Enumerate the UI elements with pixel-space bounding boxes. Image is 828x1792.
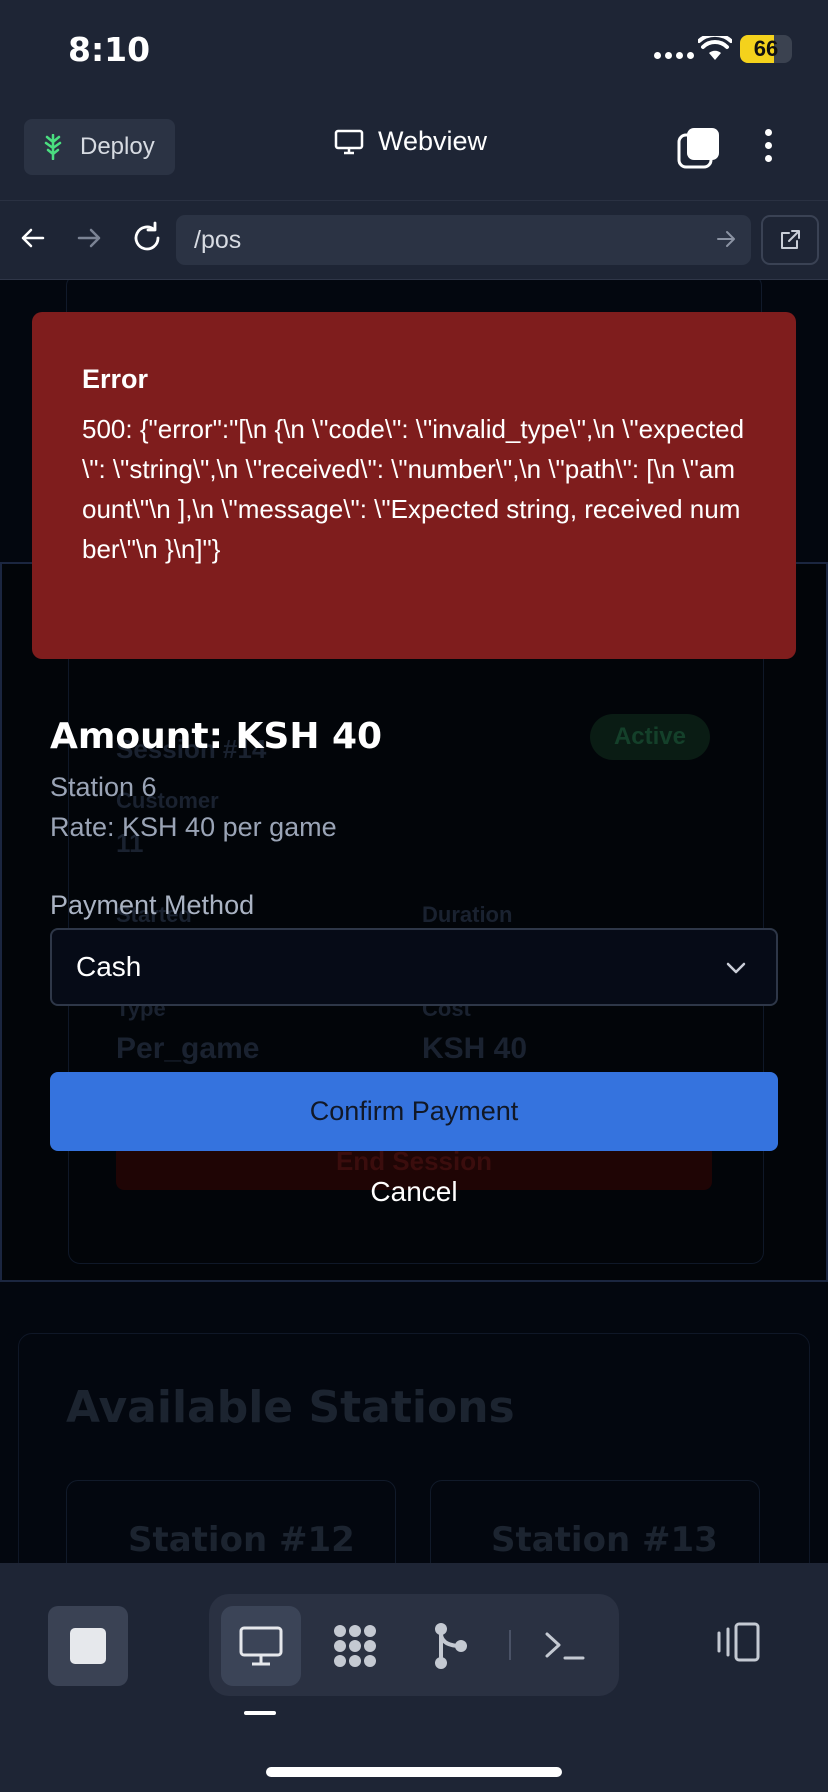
stations-title: Available Stations [66, 1382, 515, 1433]
active-tab-indicator [244, 1711, 276, 1715]
external-link-icon [781, 230, 800, 249]
type-value: Per_game [116, 1032, 260, 1065]
station-label: Station #12 [128, 1520, 355, 1560]
webview-title: Webview [334, 126, 487, 157]
wifi-icon [698, 36, 732, 60]
error-message: 500: {"error":"[\n {\n \"code\": \"inval… [82, 414, 745, 564]
confirm-payment-button[interactable]: Confirm Payment [50, 1072, 778, 1151]
workflows-tool-button[interactable] [315, 1606, 395, 1686]
deploy-tree-icon [44, 134, 62, 160]
tabs-icon[interactable] [676, 126, 720, 170]
cellular-signal-icon [654, 52, 694, 59]
error-title: Error [82, 364, 149, 394]
git-branch-icon [435, 1623, 467, 1669]
station-label: Station #13 [491, 1520, 718, 1560]
duration-label: Duration [422, 902, 513, 927]
error-alert: Error 500: {"error":"[\n {\n \"code\": \… [32, 312, 796, 659]
stop-button[interactable] [48, 1606, 128, 1686]
status-badge: Active [590, 714, 710, 760]
payment-method-label: Payment Method [50, 890, 255, 920]
webview-title-text: Webview [378, 126, 488, 156]
open-external-button[interactable] [761, 215, 819, 265]
toolbar-divider [509, 1630, 511, 1660]
webview-tool-button[interactable] [221, 1606, 301, 1686]
cost-value: KSH 40 [422, 1032, 528, 1065]
terminal-icon [545, 1632, 585, 1660]
url-bar: /pos [0, 200, 828, 280]
payment-method-select[interactable]: Cash [50, 928, 778, 1006]
monitor-icon [334, 129, 364, 154]
shell-tool-button[interactable] [525, 1606, 605, 1686]
forward-arrow-icon[interactable] [74, 223, 104, 253]
amount-title: Amount: KSH 40 [50, 716, 383, 757]
bottom-toolbar [0, 1563, 828, 1792]
status-time: 8:10 [68, 30, 151, 69]
status-bar: 8:10 66 [0, 0, 828, 100]
go-arrow-icon[interactable] [715, 228, 737, 250]
deploy-button[interactable]: Deploy [24, 119, 175, 175]
battery-icon: 66 [740, 35, 792, 63]
cancel-button[interactable]: Cancel [330, 1172, 498, 1212]
app-header: Deploy Webview [0, 100, 828, 200]
battery-level: 66 [753, 36, 779, 61]
payment-method-value: Cash [76, 951, 142, 982]
workflows-icon [334, 1625, 376, 1667]
deploy-label: Deploy [80, 133, 155, 160]
monitor-icon [239, 1626, 283, 1666]
home-indicator [266, 1767, 562, 1777]
stop-icon [70, 1628, 106, 1664]
url-input[interactable]: /pos [176, 215, 751, 265]
git-tool-button[interactable] [411, 1606, 491, 1686]
rate-text: Rate: KSH 40 per game [50, 812, 337, 842]
back-arrow-icon[interactable] [18, 223, 48, 253]
tool-group [209, 1594, 619, 1696]
url-text: /pos [194, 226, 242, 254]
more-options-icon[interactable] [758, 126, 778, 166]
panel-layout-icon[interactable] [714, 1621, 762, 1663]
chevron-down-icon [726, 962, 746, 974]
station-name: Station 6 [50, 772, 157, 802]
reload-icon[interactable] [130, 221, 164, 255]
